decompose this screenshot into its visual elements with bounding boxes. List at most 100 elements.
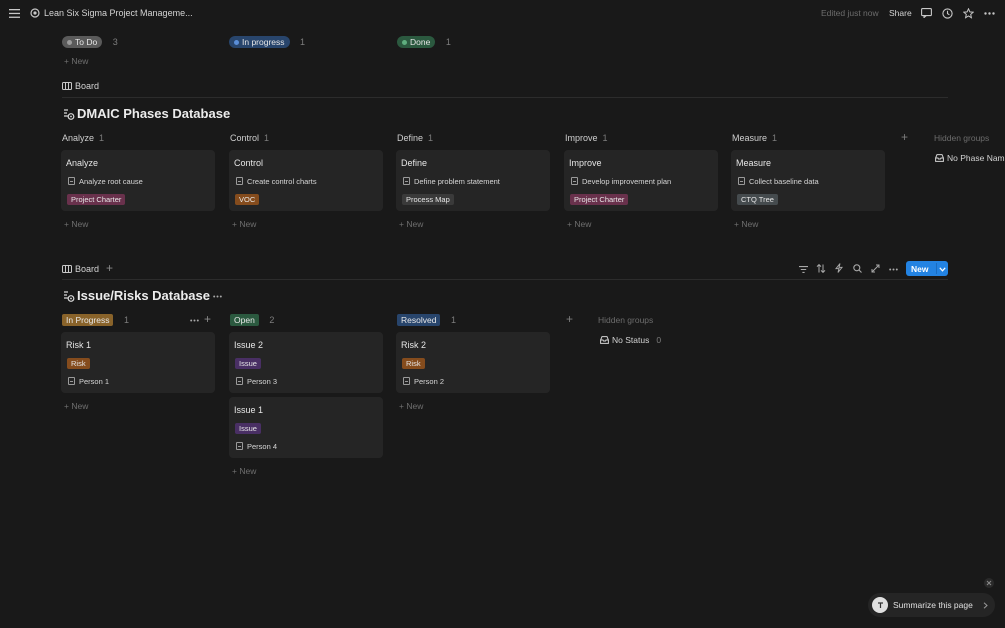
more-icon[interactable] (888, 264, 898, 274)
new-item-link[interactable]: + New (64, 401, 88, 411)
new-item-link[interactable]: + New (232, 219, 256, 229)
top-bar: Lean Six Sigma Project Manageme... Edite… (0, 0, 1005, 26)
view-tab-board[interactable]: Board (62, 264, 99, 274)
card-issue-2[interactable]: Issue 2 Issue Person 3 (229, 332, 383, 393)
expand-icon[interactable] (870, 263, 880, 273)
view-tab-board[interactable]: Board (62, 81, 99, 91)
page-icon (68, 177, 75, 185)
page-icon (738, 177, 745, 185)
card-risk-1[interactable]: Risk 1 Risk Person 1 (61, 332, 215, 393)
status-count: 1 (300, 37, 306, 47)
page-icon (403, 177, 410, 185)
new-item-link[interactable]: + New (64, 56, 88, 66)
filter-icon[interactable] (798, 264, 808, 274)
new-button-label: New (911, 264, 929, 274)
person-link[interactable]: Person 4 (236, 442, 277, 451)
status-pill-done[interactable]: Done (397, 36, 436, 48)
card-title: Risk 2 (401, 340, 427, 350)
hidden-group-item[interactable]: No Status 0 (600, 335, 661, 345)
person-link[interactable]: Person 3 (236, 377, 277, 386)
add-card-button[interactable]: + (204, 312, 211, 326)
share-button[interactable]: Share (889, 8, 912, 18)
chevron-down-icon[interactable] (938, 265, 946, 273)
page-icon (236, 442, 243, 450)
summarize-button[interactable]: Summarize this page (868, 593, 995, 617)
card-issue-1[interactable]: Issue 1 Issue Person 4 (229, 397, 383, 458)
hidden-group-item[interactable]: No Phase Nam (935, 153, 1005, 163)
status-pill-todo[interactable]: To Do (62, 36, 103, 48)
menu-icon[interactable] (8, 7, 20, 19)
card-measure[interactable]: Measure Collect baseline data CTQ Tree (731, 150, 885, 211)
tag-wrap: Project Charter (67, 194, 126, 205)
close-icon[interactable] (984, 578, 994, 588)
person-link[interactable]: Person 2 (403, 377, 444, 386)
status-group-done: Done 1 (397, 36, 451, 48)
hidden-groups-label: Hidden groups (934, 133, 990, 143)
status-tag: Resolved (397, 314, 441, 326)
status-label: To Do (75, 37, 98, 47)
new-item-link[interactable]: + New (64, 219, 88, 229)
sort-icon[interactable] (816, 263, 826, 273)
task-link[interactable]: Analyze root cause (68, 177, 143, 186)
database-title[interactable]: Issue/Risks Database (77, 288, 210, 303)
new-item-link[interactable]: + New (232, 466, 256, 476)
tag-wrap: Project Charter (570, 194, 629, 205)
page-title[interactable]: Lean Six Sigma Project Manageme... (44, 8, 193, 18)
search-icon[interactable] (852, 263, 862, 273)
tag: Project Charter (67, 194, 126, 205)
add-group-button[interactable]: + (566, 312, 573, 326)
divider (936, 263, 937, 274)
card-title: Control (234, 158, 264, 168)
new-item-link[interactable]: + New (399, 401, 423, 411)
card-title: Risk 1 (66, 340, 92, 350)
column-header-analyze: Analyze 1 (62, 133, 105, 143)
card-analyze[interactable]: Analyze Analyze root cause Project Chart… (61, 150, 215, 211)
status-dot (402, 40, 407, 45)
column-header-open: Open 2 (230, 314, 274, 326)
add-view-button[interactable]: + (106, 261, 113, 275)
tag-wrap: Issue (235, 358, 261, 369)
task-link[interactable]: Define problem statement (403, 177, 500, 186)
new-item-link[interactable]: + New (399, 219, 423, 229)
card-title: Define (401, 158, 428, 168)
card-risk-2[interactable]: Risk 2 Risk Person 2 (396, 332, 550, 393)
more-icon[interactable] (983, 7, 995, 19)
page-icon (236, 377, 243, 385)
new-item-link[interactable]: + New (567, 219, 591, 229)
page-icon (236, 177, 243, 185)
divider (62, 97, 948, 98)
plus-icon: + (64, 56, 69, 66)
tag-wrap: Process Map (402, 194, 454, 205)
clock-icon[interactable] (941, 7, 953, 19)
inbox-icon (600, 336, 609, 344)
divider (62, 279, 948, 280)
column-header-measure: Measure 1 (732, 133, 778, 143)
add-group-button[interactable]: + (901, 130, 908, 144)
card-define[interactable]: Define Define problem statement Process … (396, 150, 550, 211)
tag: Process Map (402, 194, 454, 205)
chevron-right-icon (982, 601, 988, 609)
task-link[interactable]: Collect baseline data (738, 177, 819, 186)
status-label: Done (410, 37, 431, 47)
card-title: Measure (736, 158, 772, 168)
status-label: In progress (242, 37, 285, 47)
task-link[interactable]: Create control charts (236, 177, 317, 186)
lightning-icon[interactable] (834, 263, 844, 273)
more-icon[interactable] (212, 294, 222, 298)
page-icon (571, 177, 578, 185)
star-icon[interactable] (962, 7, 974, 19)
new-button[interactable]: New (906, 261, 948, 276)
comment-icon[interactable] (920, 7, 932, 19)
new-item-link[interactable]: + New (734, 219, 758, 229)
task-link[interactable]: Develop improvement plan (571, 177, 671, 186)
person-link[interactable]: Person 1 (68, 377, 109, 386)
status-pill-in-progress[interactable]: In progress (229, 36, 290, 48)
card-improve[interactable]: Improve Develop improvement plan Project… (564, 150, 718, 211)
page-icon (68, 377, 75, 385)
more-icon[interactable] (189, 318, 199, 322)
tag: Issue (235, 358, 261, 369)
column-header-control: Control 1 (230, 133, 270, 143)
tag: Risk (67, 358, 90, 369)
card-control[interactable]: Control Create control charts VOC (229, 150, 383, 211)
database-title[interactable]: DMAIC Phases Database (77, 106, 230, 121)
